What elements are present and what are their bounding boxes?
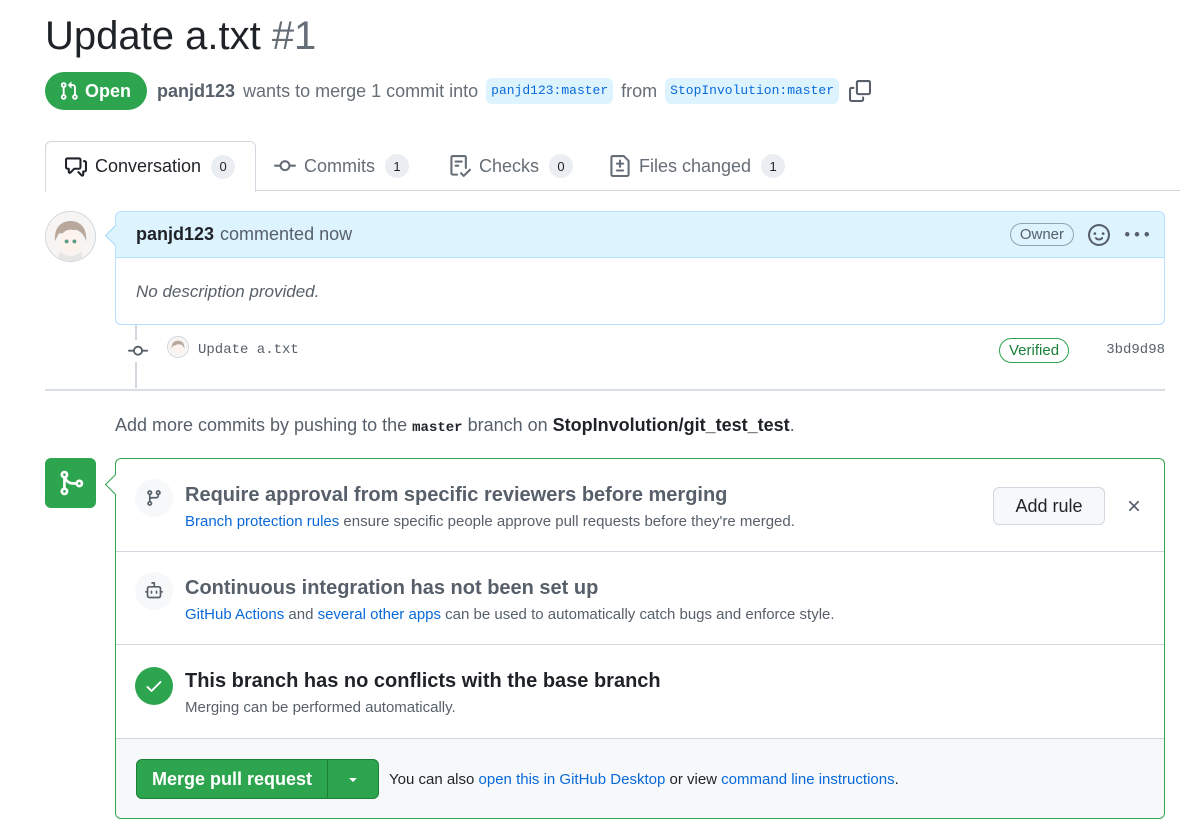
tab-files-changed-count: 1 <box>761 154 786 178</box>
triangle-down-icon <box>349 778 357 782</box>
tab-conversation-label: Conversation <box>95 156 202 176</box>
ci-text: GitHub Actions and several other apps ca… <box>185 606 835 623</box>
timeline-commit: Update a.txt Verified 3bd9d98 <box>115 332 1165 368</box>
head-branch[interactable]: StopInvolution:master <box>665 78 839 104</box>
tab-files-changed[interactable]: Files changed 1 <box>609 141 786 191</box>
comment-options-button[interactable] <box>1124 222 1150 248</box>
git-branch-icon <box>147 490 161 506</box>
pr-number: #1 <box>271 14 317 58</box>
git-merge-icon <box>60 470 83 496</box>
merge-text: wants to merge 1 commit into <box>243 80 479 101</box>
ci-icon-wrap <box>135 572 173 610</box>
copy-icon <box>849 80 871 102</box>
ci-desc: can be used to automatically catch bugs … <box>445 606 835 623</box>
merge-button-group: Merge pull request <box>136 759 379 799</box>
branch-protection-title: Require approval from specific reviewers… <box>185 484 728 506</box>
tab-checks-count: 0 <box>549 154 574 178</box>
branch-protection-section: Require approval from specific reviewers… <box>116 459 1164 552</box>
merge-footer-text: You can also open this in GitHub Desktop… <box>389 771 899 788</box>
git-pull-request-icon <box>60 81 78 100</box>
command-line-link[interactable]: command line instructions <box>721 771 894 788</box>
footer-middle: or view <box>669 771 717 788</box>
commit-author-avatar[interactable] <box>167 336 189 358</box>
comment-body: No description provided. <box>136 282 320 301</box>
pr-tabs: Conversation 0 Commits 1 Checks 0 Files … <box>45 141 1180 192</box>
push-hint: Add more commits by pushing to the maste… <box>115 415 795 436</box>
tab-checks[interactable]: Checks 0 <box>449 141 574 191</box>
conflicts-section: This branch has no conflicts with the ba… <box>116 645 1164 739</box>
merge-status-icon <box>45 458 96 508</box>
pr-meta: Open panjd123 wants to merge 1 commit in… <box>45 72 871 110</box>
pr-author-link[interactable]: panjd123 <box>157 81 235 102</box>
github-desktop-link[interactable]: open this in GitHub Desktop <box>479 771 666 788</box>
file-diff-icon <box>610 155 630 177</box>
conflicts-title: This branch has no conflicts with the ba… <box>185 670 661 692</box>
base-branch[interactable]: panjd123:master <box>486 78 614 104</box>
smiley-icon <box>1088 224 1110 246</box>
push-hint-prefix: Add more commits by pushing to the <box>115 415 408 435</box>
checklist-icon <box>450 155 471 177</box>
push-hint-middle: branch on <box>467 415 548 435</box>
comment-action[interactable]: commented now <box>220 224 352 245</box>
ci-title: Continuous integration has not been set … <box>185 577 599 599</box>
comment-discussion-icon <box>65 156 87 177</box>
tab-files-changed-label: Files changed <box>639 155 752 176</box>
commit-message-link[interactable]: Update a.txt <box>198 342 299 358</box>
add-rule-button[interactable]: Add rule <box>993 487 1105 525</box>
author-avatar[interactable] <box>45 211 96 262</box>
push-hint-branch: master <box>412 420 463 436</box>
other-apps-link[interactable]: several other apps <box>318 606 441 623</box>
from-text: from <box>621 80 658 101</box>
tab-commits-label: Commits <box>304 155 375 176</box>
tab-checks-label: Checks <box>479 155 540 176</box>
merge-box: Require approval from specific reviewers… <box>115 458 1165 819</box>
git-commit-icon <box>274 160 296 172</box>
verified-badge[interactable]: Verified <box>999 338 1070 363</box>
state-badge: Open <box>45 72 148 110</box>
merge-pull-request-button[interactable]: Merge pull request <box>137 760 328 798</box>
tab-commits-count: 1 <box>385 154 409 178</box>
ci-section: Continuous integration has not been set … <box>116 552 1164 645</box>
merge-options-dropdown[interactable] <box>328 760 378 798</box>
pr-title-text: Update a.txt <box>45 14 261 58</box>
footer-prefix: You can also <box>389 771 475 788</box>
branch-icon-wrap <box>135 479 173 517</box>
copy-branch-button[interactable] <box>849 80 871 102</box>
close-icon <box>1128 500 1140 512</box>
github-actions-link[interactable]: GitHub Actions <box>185 606 284 623</box>
merge-footer: Merge pull request You can also open thi… <box>116 739 1164 818</box>
tab-commits[interactable]: Commits 1 <box>274 141 409 191</box>
check-circle-icon <box>135 667 173 705</box>
avatar-icon <box>168 337 188 357</box>
state-label: Open <box>85 80 132 101</box>
comment-author-link[interactable]: panjd123 <box>136 224 214 245</box>
branch-protection-rules-link[interactable]: Branch protection rules <box>185 513 339 530</box>
kebab-horizontal-icon <box>1125 232 1149 237</box>
timeline-divider <box>45 389 1165 391</box>
branch-protection-desc: ensure specific people approve pull requ… <box>343 513 795 530</box>
avatar-icon <box>46 212 95 261</box>
commit-sha-link[interactable]: 3bd9d98 <box>1106 342 1165 358</box>
push-hint-suffix: . <box>789 415 795 435</box>
push-hint-repo: StopInvolution/git_test_test <box>552 415 790 435</box>
conflicts-text: Merging can be performed automatically. <box>185 699 456 716</box>
tab-conversation-count: 0 <box>211 154 236 179</box>
comment-header: panjd123 commented now Owner <box>116 212 1164 258</box>
footer-suffix: . <box>894 771 899 788</box>
pr-title: Update a.txt #1 <box>45 14 316 59</box>
dismiss-button[interactable] <box>1124 496 1144 516</box>
owner-badge: Owner <box>1009 223 1074 246</box>
branch-protection-text: Branch protection rules ensure specific … <box>185 513 795 530</box>
ci-and: and <box>288 606 314 623</box>
tab-conversation[interactable]: Conversation 0 <box>45 141 257 192</box>
add-reaction-button[interactable] <box>1088 224 1110 246</box>
pr-comment: panjd123 commented now Owner No descript… <box>115 211 1165 325</box>
dependabot-icon <box>145 582 163 599</box>
git-commit-node-icon <box>127 340 149 362</box>
